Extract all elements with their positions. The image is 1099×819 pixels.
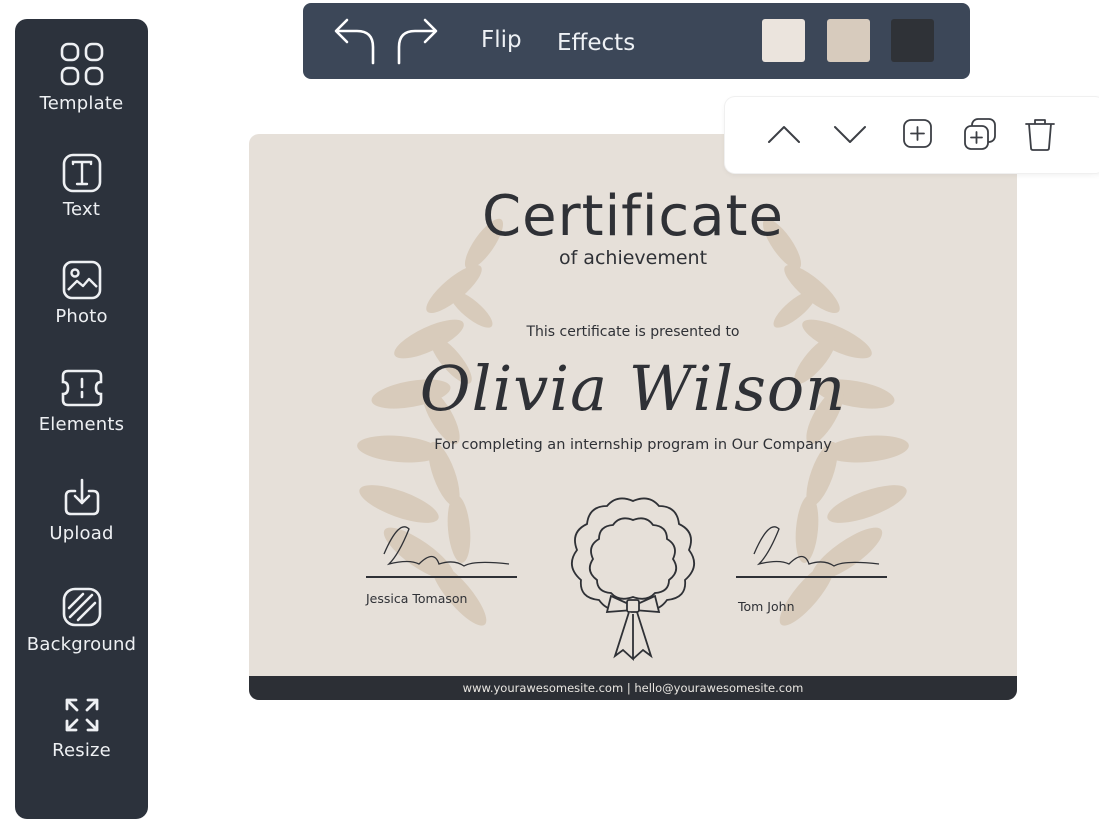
sidebar-item-label: Upload <box>49 523 114 544</box>
undo-button[interactable] <box>331 15 377 69</box>
add-icon <box>903 119 932 148</box>
sidebar-item-label: Photo <box>55 306 108 327</box>
signer-right-name[interactable]: Tom John <box>738 599 795 614</box>
recipient-name[interactable]: Olivia Wilson <box>249 352 1017 425</box>
trash-icon <box>1025 119 1055 151</box>
effects-button[interactable]: Effects <box>557 30 635 56</box>
upload-icon <box>64 478 99 516</box>
sidebar-item-background[interactable]: Background <box>15 586 148 655</box>
certificate-title[interactable]: Certificate <box>249 184 1017 249</box>
template-grid-icon <box>60 42 103 86</box>
chevron-down-icon <box>834 126 866 143</box>
signer-left-name[interactable]: Jessica Tomason <box>366 591 467 606</box>
color-swatch-beige[interactable] <box>827 19 870 62</box>
move-down-button[interactable] <box>832 116 868 156</box>
color-swatch-dark[interactable] <box>891 19 934 62</box>
add-element-button[interactable] <box>901 116 935 156</box>
delete-element-button[interactable] <box>1023 116 1057 156</box>
sidebar-item-upload[interactable]: Upload <box>15 477 148 544</box>
certificate-canvas[interactable]: Certificate of achievement This certific… <box>249 134 1017 700</box>
certificate-footer[interactable]: www.yourawesomesite.com | hello@yourawes… <box>249 676 1017 700</box>
move-up-button[interactable] <box>766 116 802 156</box>
color-swatch-light[interactable] <box>762 19 805 62</box>
sidebar-item-text[interactable]: Text <box>15 153 148 220</box>
certificate-description[interactable]: For completing an internship program in … <box>249 437 1017 453</box>
sidebar: Template Text Photo Elements Upload Back… <box>15 19 148 819</box>
redo-button[interactable] <box>395 15 441 69</box>
sidebar-item-label: Background <box>26 634 137 655</box>
sidebar-item-elements[interactable]: Elements <box>15 368 148 435</box>
undo-icon <box>334 18 375 65</box>
seal-emblem <box>571 497 695 662</box>
background-icon <box>62 587 101 627</box>
sidebar-item-label: Template <box>39 93 124 114</box>
sidebar-item-label: Resize <box>52 740 111 761</box>
sidebar-item-template[interactable]: Template <box>15 41 148 114</box>
sidebar-item-photo[interactable]: Photo <box>15 260 148 327</box>
flip-button[interactable]: Flip <box>481 27 522 53</box>
elements-icon <box>61 369 102 407</box>
duplicate-element-button[interactable] <box>962 116 998 156</box>
presented-to-text[interactable]: This certificate is presented to <box>249 324 1017 340</box>
sidebar-item-label: Text <box>62 199 101 220</box>
chevron-up-icon <box>768 126 800 143</box>
sidebar-item-label: Elements <box>38 414 125 435</box>
element-toolbar <box>725 97 1099 173</box>
resize-icon <box>65 698 98 732</box>
text-icon <box>62 153 101 193</box>
duplicate-icon <box>964 118 996 150</box>
photo-icon <box>62 260 101 300</box>
top-toolbar: Flip Effects <box>303 3 970 79</box>
redo-icon <box>397 18 438 65</box>
sidebar-item-resize[interactable]: Resize <box>15 696 148 761</box>
certificate-subtitle[interactable]: of achievement <box>249 247 1017 269</box>
